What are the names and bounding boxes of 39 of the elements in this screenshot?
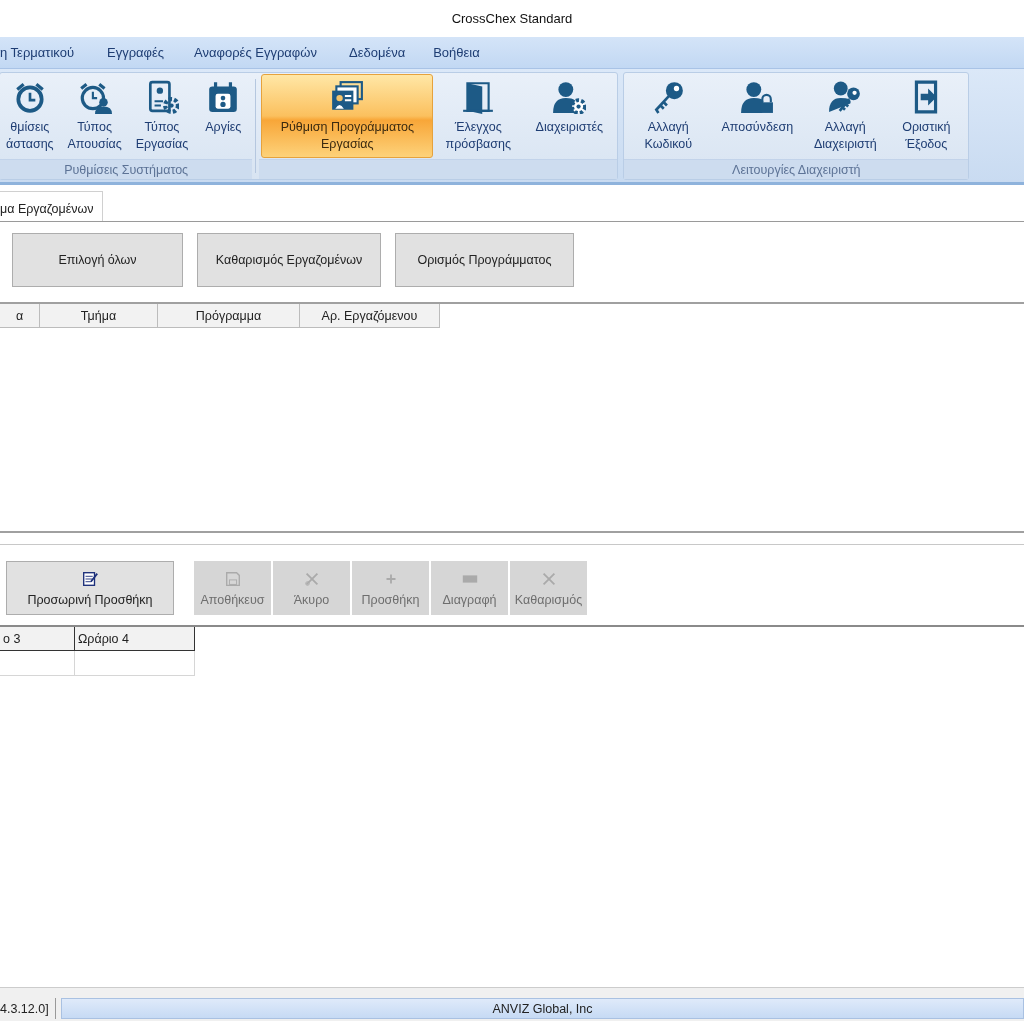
column-header[interactable]: α [0, 304, 40, 328]
column-header[interactable]: ο 3 [0, 627, 75, 651]
column-header[interactable]: Πρόγραμμα [158, 304, 300, 328]
action-button[interactable]: Επιλογή όλων [12, 233, 183, 287]
company-label: ANVIZ Global, Inc [492, 1001, 593, 1016]
ribbon-button[interactable]: Διαχειριστές [523, 74, 616, 158]
column-header[interactable]: Τμήμα [40, 304, 158, 328]
ribbon-button[interactable]: Αποσύνδεση [710, 74, 805, 158]
menu-item[interactable]: Αναφορές Εγγραφών [194, 41, 317, 64]
person-key-icon [828, 80, 863, 114]
person-lock-icon [740, 80, 775, 114]
column-header[interactable]: Αρ. Εργαζόμενου [300, 304, 440, 328]
ribbon-button[interactable]: Τύπος Εργασίας [129, 74, 195, 158]
ribbon-button[interactable]: Αλλαγή Κωδικού [626, 74, 711, 158]
action-button[interactable]: Καθαρισμός Εργαζομένων [197, 233, 381, 287]
group-label: Λειτουργίες Διαχειριστή [732, 162, 861, 177]
ribbon-button[interactable]: θμίσεις άστασης [0, 74, 60, 158]
alarm-clock-person-icon [77, 80, 112, 114]
person-gear-icon [552, 80, 587, 114]
menu-item[interactable]: Δεδομένα [348, 41, 406, 64]
ribbon-button[interactable]: Ρύθμιση Προγράμματος Εργασίας [261, 74, 434, 158]
group-label: Ρυθμίσεις Συστήματος [64, 162, 189, 177]
tab[interactable]: μα Εργαζομένων [0, 191, 103, 221]
notepad-icon [81, 569, 99, 588]
menu-item[interactable]: η Τερματικού [0, 41, 75, 64]
toolbar-button[interactable]: Προσωρινή Προσθήκη [6, 561, 174, 615]
ribbon-button[interactable]: Έλεγχος πρόσβασης [433, 74, 524, 158]
door-icon [461, 80, 496, 114]
window-title: CrossChex Standard [451, 11, 573, 26]
ribbon-button[interactable]: Αργίες [194, 74, 253, 158]
splitter-bar[interactable] [0, 531, 1024, 545]
ribbon-button[interactable]: Τύπος Απουσίας [59, 74, 130, 158]
menu-item[interactable]: Βοήθεια [433, 41, 480, 64]
ribbon-button[interactable]: Οριστική Έξοδος [886, 74, 967, 158]
ribbon-button[interactable]: Αλλαγή Διαχειριστή [804, 74, 887, 158]
action-button[interactable]: Ορισμός Προγράμματος [395, 233, 574, 287]
menu-item[interactable]: Εγγραφές [107, 41, 165, 64]
version-label: 4.3.12.0] [0, 998, 56, 1019]
column-header[interactable]: Ωράριο 4 [75, 627, 195, 651]
